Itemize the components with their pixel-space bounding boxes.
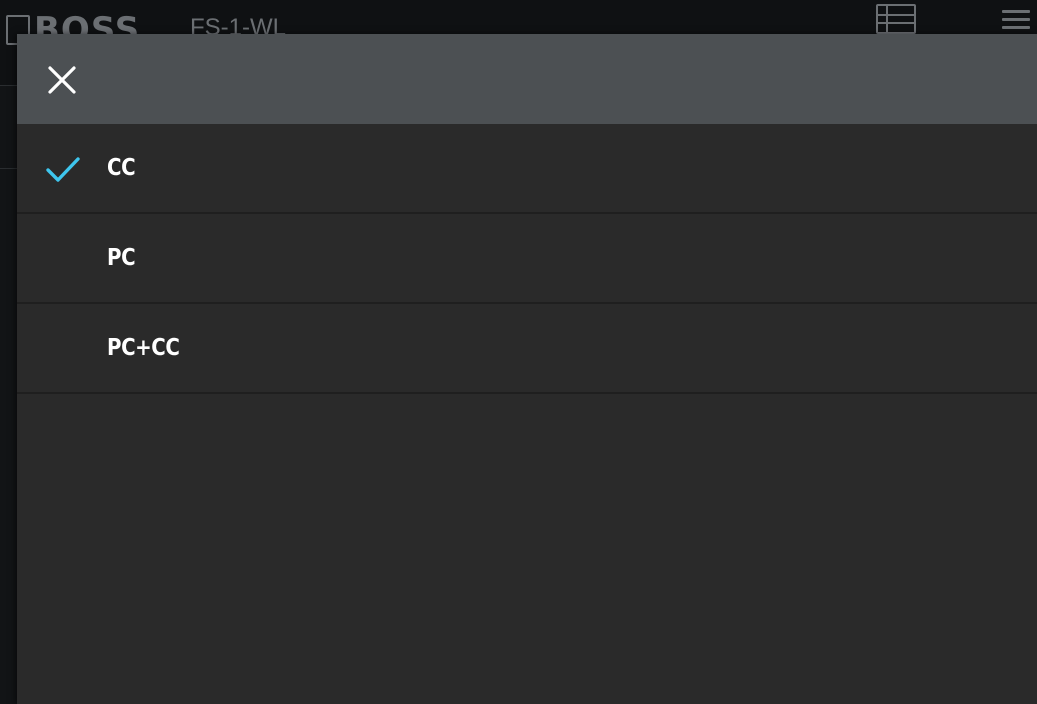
modal-header: [17, 34, 1037, 124]
option-item-pc-cc[interactable]: PC+CC: [17, 304, 1037, 394]
hamburger-menu-icon[interactable]: [1002, 10, 1030, 30]
checkmark-icon: [46, 157, 80, 182]
selection-modal: CC PC PC+CC: [17, 34, 1037, 704]
option-item-pc[interactable]: PC: [17, 214, 1037, 304]
close-button[interactable]: [39, 60, 85, 100]
list-view-icon[interactable]: [876, 4, 916, 34]
background-divider: [0, 168, 17, 169]
option-list: CC PC PC+CC: [17, 124, 1037, 394]
app-root: BOSS FS-1-WL CC PC PC+CC: [0, 0, 1037, 704]
option-label: PC: [107, 245, 136, 271]
option-item-cc[interactable]: CC: [17, 124, 1037, 214]
option-label: CC: [107, 155, 136, 181]
option-label: PC+CC: [107, 335, 180, 361]
close-icon: [48, 66, 76, 94]
